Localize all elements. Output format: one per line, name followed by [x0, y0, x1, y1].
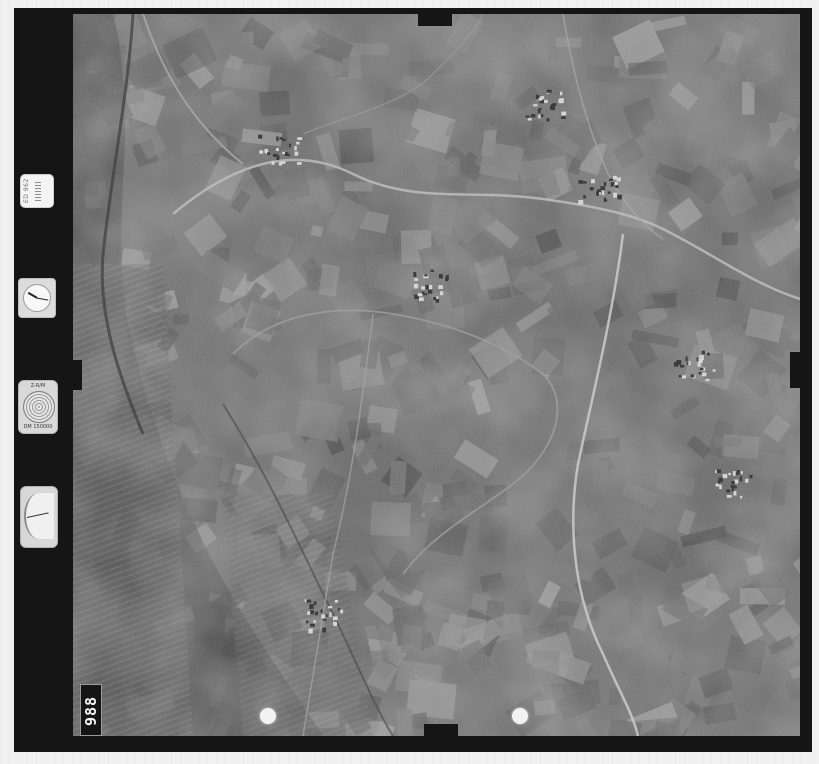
fiducial-notch-right	[790, 352, 808, 388]
film-grain	[73, 14, 800, 736]
fiducial-notch-left	[66, 360, 82, 390]
fiducial-dot-right	[512, 708, 528, 724]
fiducial-notch-bottom	[424, 724, 458, 742]
altimeter-top-label: Z-R/M	[30, 383, 46, 389]
counter-text: ED 962	[23, 179, 30, 203]
aerial-photo-canvas	[73, 14, 800, 736]
aerial-photo	[73, 14, 800, 736]
fiducial-dot-left	[260, 708, 276, 724]
altimeter-bottom-label: DM 150000	[23, 424, 53, 430]
fiducial-notch-top	[418, 8, 452, 26]
camera-clock	[18, 278, 56, 318]
counter-barcode-icon	[35, 181, 41, 201]
frame-number-box: 988	[80, 684, 102, 736]
altimeter: Z-R/M DM 150000	[18, 380, 58, 434]
clock-minute-hand-icon	[36, 297, 49, 301]
exposure-counter: ED 962	[20, 174, 54, 208]
frame-number: 988	[82, 695, 100, 727]
level-gauge	[20, 486, 58, 548]
clock-face-icon	[23, 284, 51, 312]
altimeter-dial-icon	[23, 391, 55, 423]
